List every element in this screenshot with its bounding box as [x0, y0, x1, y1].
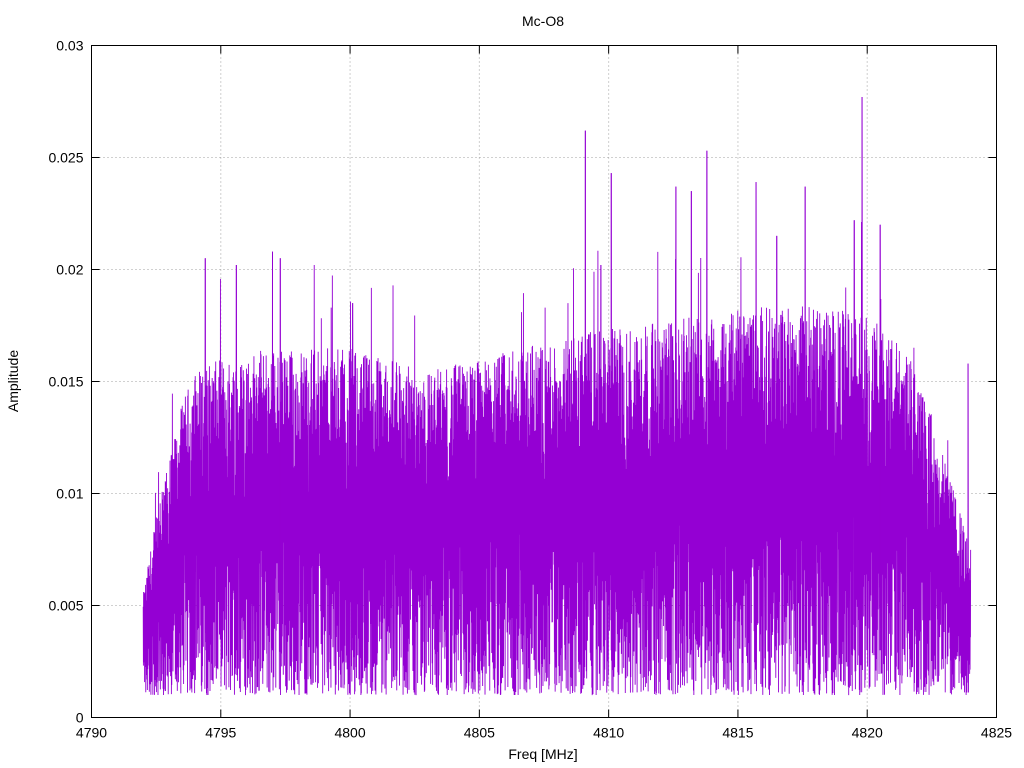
y-axis-label: Amplitude: [5, 350, 21, 412]
y-tick-label: 0: [76, 710, 84, 726]
x-tick-label: 4820: [852, 725, 883, 741]
x-tick-label: 4795: [205, 725, 236, 741]
x-tick-label: 4810: [593, 725, 624, 741]
chart-title: Mc-O8: [522, 13, 564, 29]
y-tick-label: 0.015: [48, 374, 83, 390]
x-tick-label: 4790: [76, 725, 107, 741]
x-axis-label: Freq [MHz]: [508, 746, 577, 762]
y-tick-label: 0.005: [48, 598, 83, 614]
y-tick-label: 0.01: [56, 486, 83, 502]
x-tick-label: 4815: [722, 725, 753, 741]
y-tick-label: 0.03: [56, 38, 83, 54]
x-tick-label: 4805: [464, 725, 495, 741]
x-tick-label: 4800: [334, 725, 365, 741]
spectrum-chart: Mc-O8 4790 4795 4800 4805 4810 4815 4820 4825 0…: [0, 0, 1024, 768]
y-tick-label: 0.025: [48, 150, 83, 166]
x-tick-label: 4825: [981, 725, 1012, 741]
y-tick-label: 0.02: [56, 262, 83, 278]
